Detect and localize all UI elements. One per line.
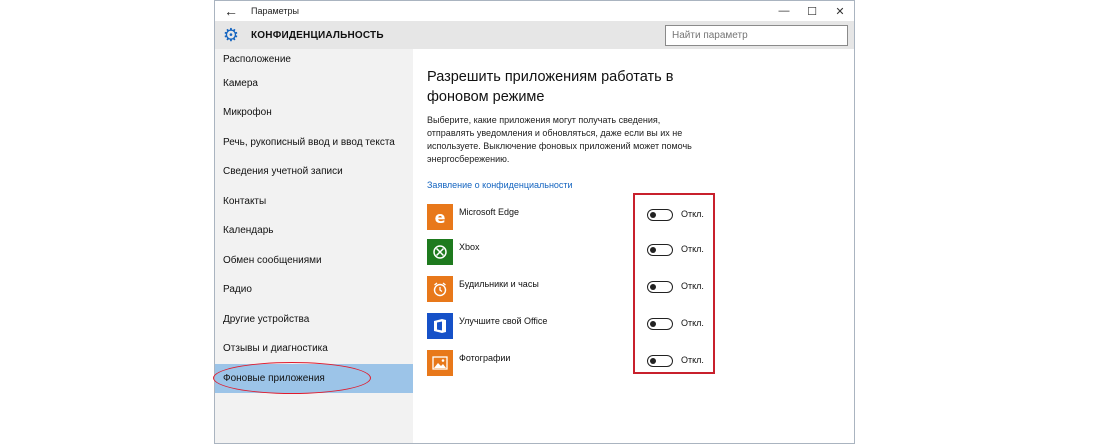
sidebar-item-label: Обмен сообщениями bbox=[223, 255, 322, 266]
highlight-box bbox=[633, 193, 715, 374]
sidebar-item-label: Календарь bbox=[223, 225, 274, 236]
sidebar-item-label: Камера bbox=[223, 78, 258, 89]
search-input[interactable] bbox=[666, 26, 847, 45]
sidebar-item-label: Расположение bbox=[223, 54, 291, 65]
sidebar-item-microphone[interactable]: Микрофон bbox=[215, 98, 413, 127]
window-controls: — ☐ ✕ bbox=[770, 1, 854, 21]
app-name: Фотографии bbox=[459, 353, 511, 363]
sidebar-item-other-devices[interactable]: Другие устройства bbox=[215, 305, 413, 334]
sidebar-item-calendar[interactable]: Календарь bbox=[215, 216, 413, 245]
sidebar-item-account-info[interactable]: Сведения учетной записи bbox=[215, 157, 413, 186]
sidebar-item-label: Контакты bbox=[223, 196, 267, 207]
sidebar-item-radio[interactable]: Радио bbox=[215, 275, 413, 304]
sidebar-item-label: Микрофон bbox=[223, 107, 272, 118]
sidebar-item-label: Сведения учетной записи bbox=[223, 166, 343, 177]
privacy-statement-link[interactable]: Заявление о конфиденциальности bbox=[427, 180, 573, 190]
alarm-clock-icon bbox=[427, 276, 453, 302]
page-title: Разрешить приложениям работать в фоновом… bbox=[427, 69, 674, 105]
photos-icon bbox=[427, 350, 453, 376]
back-arrow-icon[interactable]: ← bbox=[215, 1, 247, 21]
minimize-icon[interactable]: — bbox=[770, 1, 798, 21]
sidebar-item-speech[interactable]: Речь, рукописный ввод и ввод текста bbox=[215, 128, 413, 157]
section-title: КОНФИДЕНЦИАЛЬНОСТЬ bbox=[251, 29, 384, 41]
sidebar-item-location[interactable]: Расположение bbox=[215, 41, 413, 65]
sidebar-item-label: Отзывы и диагностика bbox=[223, 343, 328, 354]
maximize-icon[interactable]: ☐ bbox=[798, 1, 826, 21]
close-icon[interactable]: ✕ bbox=[826, 1, 854, 21]
edge-icon: e bbox=[427, 204, 453, 230]
sidebar-item-contacts[interactable]: Контакты bbox=[215, 187, 413, 216]
app-name: Улучшите свой Office bbox=[459, 316, 548, 326]
sidebar-item-messaging[interactable]: Обмен сообщениями bbox=[215, 246, 413, 275]
app-name: Microsoft Edge bbox=[459, 207, 520, 217]
page-description: Выберите, какие приложения могут получат… bbox=[427, 115, 692, 164]
office-icon bbox=[427, 313, 453, 339]
highlight-ellipse bbox=[213, 362, 371, 394]
sidebar-item-feedback[interactable]: Отзывы и диагностика bbox=[215, 334, 413, 363]
search-box[interactable] bbox=[665, 25, 848, 46]
sidebar-item-label: Радио bbox=[223, 284, 252, 295]
sidebar-item-camera[interactable]: Камера bbox=[215, 69, 413, 98]
app-name: Xbox bbox=[459, 242, 480, 252]
sidebar-item-label: Другие устройства bbox=[223, 314, 310, 325]
edge-icon-glyph: e bbox=[434, 207, 446, 227]
title-bar: ← Параметры — ☐ ✕ bbox=[215, 1, 854, 21]
sidebar-item-label: Речь, рукописный ввод и ввод текста bbox=[223, 137, 395, 148]
window-title: Параметры bbox=[251, 6, 299, 16]
xbox-icon bbox=[427, 239, 453, 265]
app-name: Будильники и часы bbox=[459, 279, 539, 289]
